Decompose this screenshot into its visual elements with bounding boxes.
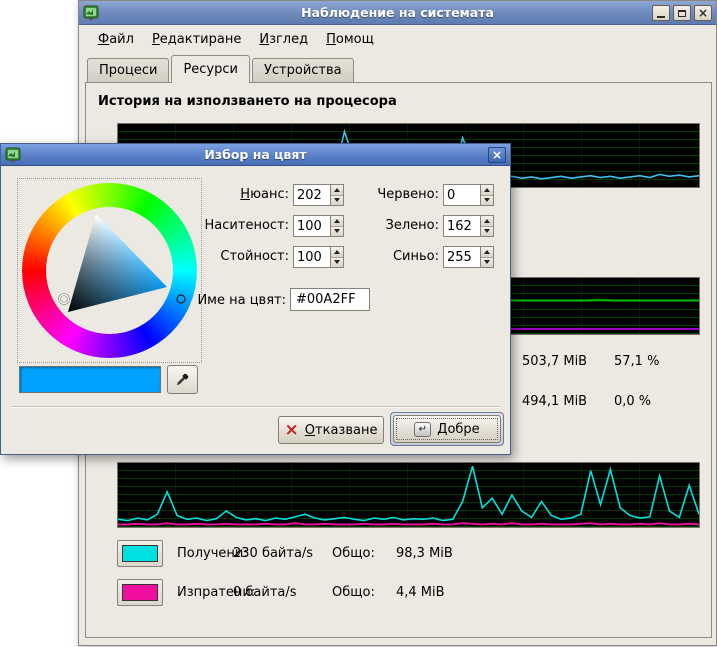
minimize-icon	[657, 16, 665, 18]
tab-resources[interactable]: Ресурси	[171, 55, 250, 83]
network-history-chart	[117, 462, 700, 528]
minimize-button[interactable]	[652, 5, 670, 21]
menubar: Файл Редактиране Изглед Помощ	[89, 28, 383, 52]
cancel-button[interactable]: × Отказване	[278, 416, 384, 444]
close-button[interactable]: ×	[694, 5, 712, 21]
sent-color-button[interactable]	[117, 579, 163, 606]
arrow-up-icon	[484, 250, 490, 254]
red-spinner	[443, 184, 494, 206]
swap-used-amount: 494,1 MiB	[522, 394, 587, 409]
received-total-label: Общо:	[332, 540, 375, 567]
sent-color-swatch	[122, 584, 158, 601]
hsv-triangle[interactable]	[18, 179, 203, 364]
cancel-x-icon: ×	[285, 423, 299, 438]
menu-edit[interactable]: Редактиране	[143, 28, 250, 52]
dialog-titlebar[interactable]: Избор на цвят ×	[1, 144, 510, 166]
system-monitor-icon	[83, 5, 99, 21]
received-total: 98,3 MiB	[396, 540, 453, 567]
color-name-input[interactable]	[290, 288, 370, 311]
menu-file[interactable]: Файл	[89, 28, 143, 52]
blue-up-button[interactable]	[481, 247, 493, 258]
hue-label: Нюанс:	[161, 184, 289, 206]
arrow-up-icon	[484, 219, 490, 223]
received-color-button[interactable]	[117, 540, 163, 567]
arrow-down-icon	[484, 229, 490, 233]
value-input[interactable]	[294, 247, 330, 267]
eyedropper-icon	[175, 372, 190, 387]
blue-spinner	[443, 246, 494, 268]
arrow-up-icon	[484, 188, 490, 192]
saturation-input[interactable]	[294, 216, 330, 236]
maximize-button[interactable]	[673, 5, 691, 21]
sent-legend-row: Изпратени: 0 байта/s Общо: 4,4 MiB	[117, 579, 677, 606]
dialog-close-button[interactable]: ×	[488, 147, 506, 163]
red-down-button[interactable]	[481, 196, 493, 206]
green-up-button[interactable]	[481, 216, 493, 227]
blue-down-button[interactable]	[481, 258, 493, 268]
green-input[interactable]	[444, 216, 480, 236]
hue-input[interactable]	[294, 185, 330, 205]
cancel-label: Отказване	[305, 423, 378, 438]
green-spinner	[443, 215, 494, 237]
close-icon: ×	[698, 7, 708, 19]
received-rate: 230 байта/s	[233, 540, 313, 567]
sv-marker[interactable]	[60, 295, 69, 304]
main-titlebar[interactable]: Наблюдение на системата ×	[79, 1, 716, 25]
menu-help[interactable]: Помощ	[317, 28, 383, 52]
received-legend-row: Получени: 230 байта/s Общо: 98,3 MiB	[117, 540, 677, 567]
color-name-label: Име на цвят:	[161, 290, 286, 312]
arrow-down-icon	[484, 198, 490, 202]
menu-view[interactable]: Изглед	[250, 28, 317, 52]
green-label: Зелено:	[331, 215, 439, 237]
ok-default-ring: ↵ Добре	[390, 412, 504, 446]
tab-processes[interactable]: Процеси	[87, 58, 169, 82]
memory-used-amount: 503,7 MiB	[522, 354, 587, 369]
blue-label: Синьо:	[331, 246, 439, 268]
color-chooser-dialog: Избор на цвят ×	[0, 143, 511, 455]
sent-rate: 0 байта/s	[233, 579, 297, 606]
maximize-icon	[678, 10, 686, 17]
red-up-button[interactable]	[481, 185, 493, 196]
window-title: Наблюдение на системата	[79, 5, 716, 20]
cpu-history-title: История на използването на процесора	[98, 94, 397, 109]
received-color-swatch	[122, 545, 158, 562]
sent-total: 4,4 MiB	[396, 579, 445, 606]
red-input[interactable]	[444, 185, 480, 205]
dialog-icon	[5, 147, 21, 163]
desktop: Наблюдение на системата × Файл Редактира…	[0, 0, 717, 647]
arrow-down-icon	[484, 260, 490, 264]
blue-input[interactable]	[444, 247, 480, 267]
sent-total-label: Общо:	[332, 579, 375, 606]
action-area-separator	[11, 406, 500, 408]
current-color-preview	[19, 366, 161, 393]
green-down-button[interactable]	[481, 227, 493, 237]
ok-label: Добре	[437, 422, 479, 437]
tab-devices[interactable]: Устройства	[252, 58, 354, 82]
ok-icon: ↵	[414, 422, 431, 437]
dialog-title: Избор на цвят	[1, 147, 510, 162]
value-label: Стойност:	[161, 246, 289, 268]
window-controls: ×	[652, 5, 712, 21]
eyedropper-button[interactable]	[167, 365, 198, 394]
swap-used-percent: 0,0 %	[614, 394, 651, 409]
saturation-label: Наситеност:	[161, 215, 289, 237]
memory-used-percent: 57,1 %	[614, 354, 659, 369]
tab-bar: Процеси Ресурси Устройства	[87, 55, 356, 83]
ok-button[interactable]: ↵ Добре	[393, 415, 501, 443]
red-label: Червено:	[331, 184, 439, 206]
